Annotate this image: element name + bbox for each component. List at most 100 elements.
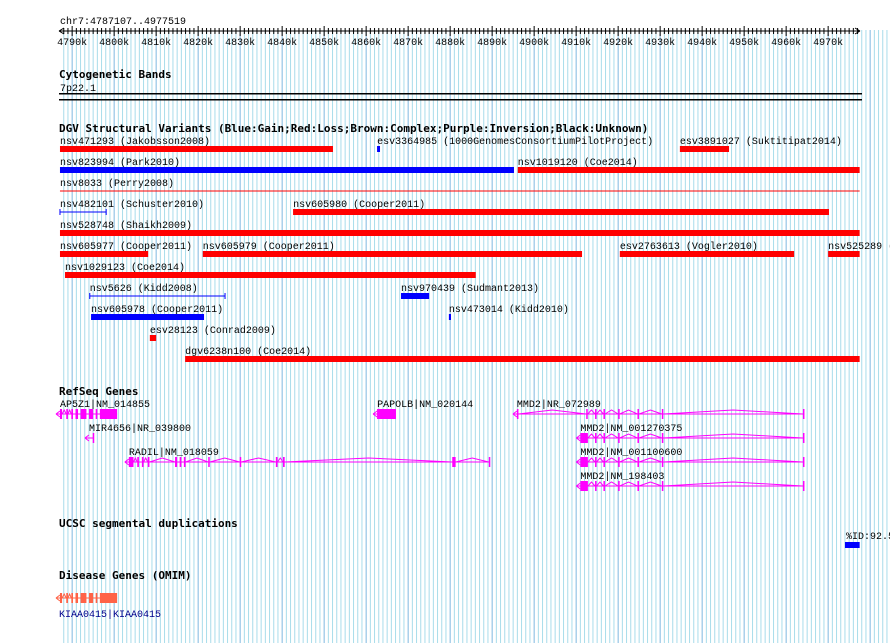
gene-intron-hat bbox=[604, 409, 619, 415]
gene-exon bbox=[802, 481, 805, 491]
dgv-variant[interactable]: nsv1019120 (Coe2014) bbox=[517, 157, 860, 173]
ruler-tick-label: 4800k bbox=[99, 37, 129, 49]
ruler-tick-label: 4820k bbox=[183, 37, 213, 49]
gene-exon bbox=[179, 457, 182, 467]
gene-exon bbox=[637, 433, 639, 443]
track-title-dgv: DGV Structural Variants (Blue:Gain;Red:L… bbox=[59, 122, 648, 135]
gene-exon bbox=[603, 433, 605, 443]
dgv-variant-bar bbox=[59, 230, 860, 236]
track-title-refseq: RefSeq Genes bbox=[59, 385, 138, 398]
gene-exon bbox=[661, 481, 664, 491]
gene-exon bbox=[618, 481, 620, 491]
refseq-track: AP5Z1|NM_014855 PAPOLB|NM_020144 MMD2|NR_0… bbox=[55, 399, 805, 491]
gene-exon bbox=[637, 409, 639, 419]
refseq-gene[interactable]: MMD2|NM_001270375 bbox=[576, 423, 805, 443]
gene-exon bbox=[137, 457, 139, 467]
dgv-variant[interactable]: esv2763613 (Vogler2010) bbox=[619, 241, 795, 257]
segdup-label: %ID:92.5 bbox=[846, 532, 890, 543]
dgv-variant[interactable]: nsv482101 (Schuster2010) bbox=[59, 199, 204, 215]
gene-exon bbox=[595, 433, 597, 443]
gene-exon bbox=[75, 593, 79, 603]
genome-browser-view: chr7:4787107..4977519 4790k 4800k 4810k 482… bbox=[55, 16, 890, 643]
dgv-variant-bar bbox=[59, 167, 514, 173]
refseq-gene[interactable]: AP5Z1|NM_014855 bbox=[55, 399, 150, 419]
gene-intron-hat bbox=[241, 457, 276, 463]
dgv-variant[interactable]: dgv6238n100 (Coe2014) bbox=[185, 346, 860, 362]
gene-exon bbox=[802, 409, 805, 419]
dgv-variant-label: nsv5626 (Kidd2008) bbox=[90, 283, 198, 295]
dgv-variant[interactable]: nsv525289 (Cooper2011) bbox=[828, 241, 890, 257]
dgv-variant[interactable]: nsv970439 (Sudmant2013) bbox=[401, 283, 539, 299]
gene-exon bbox=[586, 409, 588, 419]
dgv-variant-bar bbox=[65, 272, 476, 278]
gene-exon bbox=[147, 457, 150, 467]
gene-label: MMD2|NM_198403 bbox=[580, 471, 664, 483]
dgv-variant-label: nsv8033 (Perry2008) bbox=[60, 178, 174, 190]
gene-exon bbox=[282, 457, 285, 467]
dgv-variant-label: esv3364985 (1000GenomesConsortiumPilotPr… bbox=[377, 136, 653, 148]
gene-exon bbox=[637, 481, 639, 491]
ruler-tick-label: 4790k bbox=[57, 37, 87, 49]
dgv-variant-bar bbox=[401, 293, 430, 299]
gene-intron-hat bbox=[67, 592, 72, 599]
region-label: chr7:4787107..4977519 bbox=[60, 16, 186, 28]
cytoband-line bbox=[59, 93, 862, 95]
gene-exon bbox=[516, 409, 519, 419]
ruler-tick-label: 4830k bbox=[225, 37, 255, 49]
ruler-tick-label: 4860k bbox=[351, 37, 381, 49]
refseq-gene[interactable]: MMD2|NM_198403 bbox=[576, 471, 805, 491]
dgv-variant-bar bbox=[202, 251, 583, 257]
dgv-variant-bar bbox=[517, 167, 860, 173]
dgv-variant[interactable]: nsv605977 (Cooper2011) bbox=[59, 241, 192, 257]
gene-exon bbox=[488, 457, 491, 467]
omim-feature[interactable] bbox=[55, 592, 118, 603]
ruler-tick-label: 4890k bbox=[477, 37, 507, 49]
gene-exon bbox=[71, 593, 73, 603]
gene-exon bbox=[175, 457, 178, 467]
gene-exon bbox=[92, 433, 95, 443]
gene-exon bbox=[802, 433, 805, 443]
gene-exon bbox=[275, 457, 278, 467]
gene-exon bbox=[802, 457, 805, 467]
gene-exon bbox=[128, 457, 134, 467]
gene-exon bbox=[66, 409, 68, 419]
ruler-tick-label: 4850k bbox=[309, 37, 339, 49]
gene-exon bbox=[377, 409, 396, 419]
dgv-variant[interactable]: nsv471293 (Jakobsson2008) bbox=[59, 136, 333, 152]
gene-exon bbox=[580, 457, 588, 467]
gene-exon bbox=[595, 457, 597, 467]
dgv-variant[interactable]: esv3364985 (1000GenomesConsortiumPilotPr… bbox=[377, 136, 653, 152]
segdup-feature[interactable] bbox=[844, 542, 860, 548]
dgv-variant-bar bbox=[619, 251, 795, 257]
dgv-variant-label: nsv473014 (Kidd2010) bbox=[449, 304, 569, 316]
dgv-variant-bar bbox=[59, 146, 333, 152]
gene-intron-hat bbox=[638, 409, 662, 415]
refseq-gene[interactable]: MIR4656|NR_039800 bbox=[84, 423, 191, 443]
dgv-variant-bar bbox=[185, 356, 860, 362]
gene-exon bbox=[208, 457, 210, 467]
ruler-tick-label: 4970k bbox=[813, 37, 843, 49]
dgv-variant-bar bbox=[828, 251, 860, 257]
refseq-gene[interactable]: MMD2|NM_001100600 bbox=[576, 447, 805, 467]
gene-exon bbox=[88, 409, 94, 419]
track-title-omim: Disease Genes (OMIM) bbox=[59, 569, 191, 582]
gene-exon bbox=[618, 457, 620, 467]
dgv-variant-bar bbox=[377, 146, 381, 152]
gene-exon bbox=[71, 409, 73, 419]
dgv-variant[interactable]: nsv1029123 (Coe2014) bbox=[65, 262, 476, 278]
dgv-variant-label: esv28123 (Conrad2009) bbox=[150, 325, 276, 337]
gene-exon bbox=[141, 457, 144, 467]
cytoband-bar[interactable] bbox=[59, 99, 862, 101]
gene-exon bbox=[595, 481, 597, 491]
gene-exon bbox=[75, 409, 79, 419]
gene-exon bbox=[618, 433, 620, 443]
ruler-tick-label: 4960k bbox=[771, 37, 801, 49]
dgv-variant[interactable]: nsv605979 (Cooper2011) bbox=[202, 241, 583, 257]
ruler-tick-label: 4880k bbox=[435, 37, 465, 49]
ruler-tick-label: 4840k bbox=[267, 37, 297, 49]
dgv-variant[interactable]: nsv605978 (Cooper2011) bbox=[91, 304, 223, 320]
gene-exon bbox=[80, 409, 87, 419]
gene-exon bbox=[603, 409, 605, 419]
omim-label[interactable]: KIAA0415|KIAA0415 bbox=[59, 609, 161, 621]
gene-exon bbox=[59, 593, 63, 603]
